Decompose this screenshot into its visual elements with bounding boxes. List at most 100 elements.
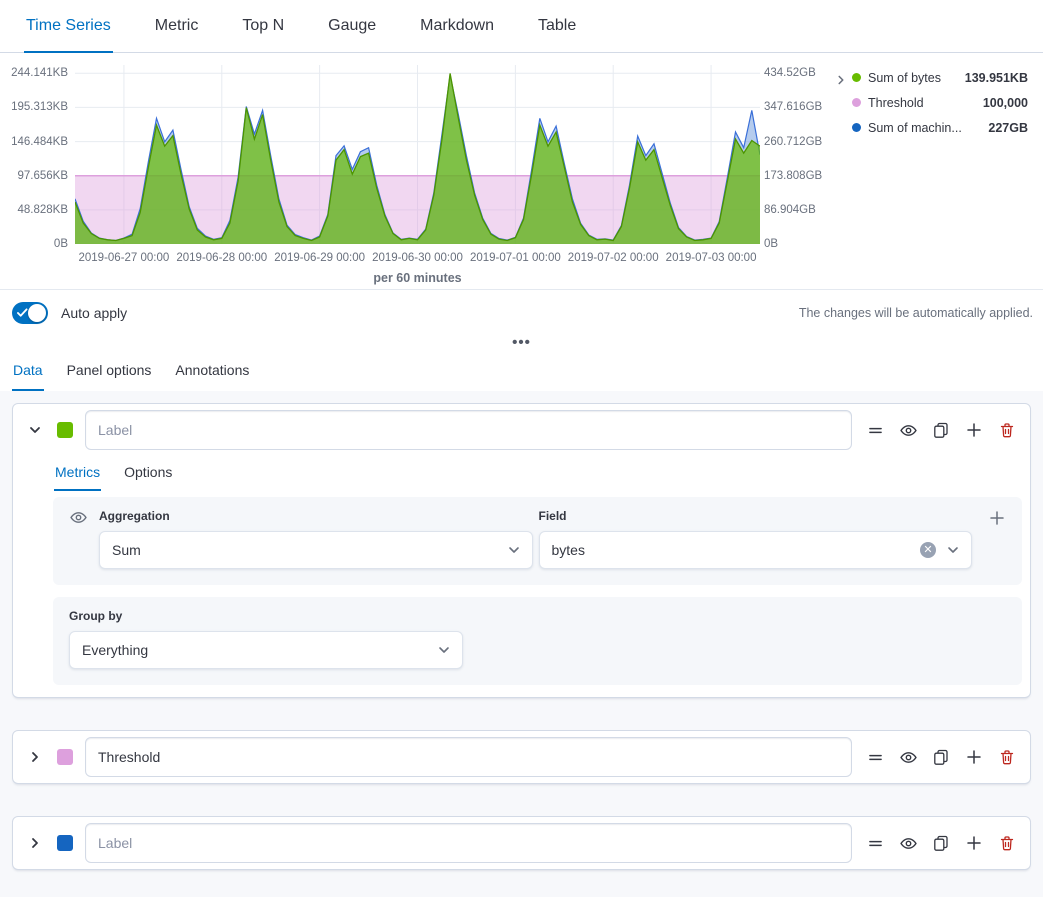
legend-color-dot <box>852 73 861 82</box>
auto-apply-label[interactable]: Auto apply <box>61 305 127 321</box>
series-color-swatch[interactable] <box>57 422 73 438</box>
legend-label: Threshold <box>868 96 924 110</box>
y-axis-label-left: 244.141KB <box>0 66 68 80</box>
series-subtabs: Metrics Options <box>13 456 1030 491</box>
series-header <box>13 731 1030 783</box>
chevron-right-icon <box>834 73 848 87</box>
legend-item[interactable]: Threshold 100,000 <box>852 90 1028 115</box>
series-actions <box>866 421 1018 439</box>
tab-top-n[interactable]: Top N <box>240 0 286 53</box>
auto-apply-hint: The changes will be automatically applie… <box>799 306 1033 320</box>
add-metric-button[interactable] <box>988 509 1006 527</box>
tab-time-series[interactable]: Time Series <box>24 0 113 53</box>
series-color-swatch[interactable] <box>57 749 73 765</box>
copy-icon <box>933 835 949 851</box>
aggregation-field: Aggregation Sum <box>99 509 533 569</box>
aggregation-row: Aggregation Sum Field bytes ✕ <box>53 497 1022 585</box>
clone-series-button[interactable] <box>932 421 950 439</box>
auto-apply-bar: Auto apply The changes will be automatic… <box>0 289 1043 335</box>
trash-icon <box>999 422 1015 438</box>
chart-legend: Sum of bytes139.951KB Threshold 100,000 Sum… <box>852 65 1028 140</box>
tab-metric[interactable]: Metric <box>153 0 201 53</box>
tab-data[interactable]: Data <box>12 351 44 391</box>
series-drag-handle[interactable] <box>866 748 884 766</box>
series-label-input[interactable] <box>85 410 852 450</box>
toggle-series-visibility-button[interactable] <box>899 748 917 766</box>
plus-icon <box>966 835 982 851</box>
legend-item[interactable]: Sum of machin... 227GB <box>852 115 1028 140</box>
group-by-label: Group by <box>69 609 1006 623</box>
chart-area: per 60 minutes Sum of bytes139.951KBThre… <box>0 53 1043 289</box>
y-axis-label-right: 86.904GB <box>764 203 836 217</box>
aggregation-value: Sum <box>112 542 506 558</box>
trash-icon <box>999 749 1015 765</box>
clone-series-button[interactable] <box>932 834 950 852</box>
trash-icon <box>999 835 1015 851</box>
series-expand-button[interactable] <box>25 833 45 853</box>
series-collapse-button[interactable] <box>25 420 45 440</box>
series-color-swatch[interactable] <box>57 835 73 851</box>
toggle-series-visibility-button[interactable] <box>899 834 917 852</box>
y-axis-label-left: 0B <box>0 237 68 251</box>
toggle-knob <box>28 304 46 322</box>
chevron-down-icon <box>436 642 452 658</box>
tab-gauge[interactable]: Gauge <box>326 0 378 53</box>
series-label-input[interactable] <box>85 823 852 863</box>
chevron-down-icon <box>945 542 961 558</box>
clone-series-button[interactable] <box>932 748 950 766</box>
clear-field-icon[interactable]: ✕ <box>920 542 936 558</box>
legend-item[interactable]: Sum of bytes139.951KB <box>852 65 1028 90</box>
y-axis-label-right: 260.712GB <box>764 135 836 149</box>
timeseries-chart[interactable] <box>75 65 760 244</box>
delete-series-button[interactable] <box>998 421 1016 439</box>
tab-metrics[interactable]: Metrics <box>54 456 101 491</box>
chevron-right-icon <box>27 835 43 851</box>
field-label: Field <box>539 509 973 523</box>
y-axis-label-left: 97.656KB <box>0 169 68 183</box>
series-label-input[interactable] <box>85 737 852 777</box>
chevron-right-icon <box>27 749 43 765</box>
legend-label: Sum of bytes <box>868 71 941 85</box>
drag-handle-icon <box>868 750 883 765</box>
add-series-button[interactable] <box>965 834 983 852</box>
tab-panel-options[interactable]: Panel options <box>66 351 153 391</box>
drag-handle-icon <box>868 423 883 438</box>
legend-label: Sum of machin... <box>868 121 962 135</box>
editor-tabs: Data Panel options Annotations <box>0 351 1043 391</box>
copy-icon <box>933 749 949 765</box>
auto-apply-toggle[interactable] <box>12 302 48 324</box>
add-series-button[interactable] <box>965 748 983 766</box>
tab-options[interactable]: Options <box>123 456 173 491</box>
eye-icon <box>70 509 87 526</box>
legend-value: 227GB <box>980 121 1028 135</box>
visualization-type-tabs: Time Series Metric Top N Gauge Markdown … <box>0 0 1043 53</box>
editor-resize-handle[interactable]: ••• <box>0 335 1043 351</box>
toggle-metric-visibility-button[interactable] <box>69 508 87 526</box>
group-by-select[interactable]: Everything <box>69 631 463 669</box>
field-select[interactable]: bytes ✕ <box>539 531 973 569</box>
series-drag-handle[interactable] <box>866 834 884 852</box>
series-card-2 <box>12 730 1031 784</box>
series-drag-handle[interactable] <box>866 421 884 439</box>
y-axis-label-right: 434.52GB <box>764 66 836 80</box>
tab-table[interactable]: Table <box>536 0 578 53</box>
eye-icon <box>900 835 917 852</box>
tab-annotations[interactable]: Annotations <box>174 351 250 391</box>
aggregation-select[interactable]: Sum <box>99 531 533 569</box>
y-axis-label-left: 146.484KB <box>0 135 68 149</box>
tab-markdown[interactable]: Markdown <box>418 0 496 53</box>
group-by-row: Group by Everything <box>53 597 1022 685</box>
y-axis-label-left: 48.828KB <box>0 203 68 217</box>
series-editor: Metrics Options Aggregation Sum Field <box>0 391 1043 897</box>
delete-series-button[interactable] <box>998 834 1016 852</box>
series-card-3 <box>12 816 1031 870</box>
y-axis-label-left: 195.313KB <box>0 100 68 114</box>
field-value: bytes <box>552 542 921 558</box>
series-expand-button[interactable] <box>25 747 45 767</box>
delete-series-button[interactable] <box>998 748 1016 766</box>
legend-value: 100,000 <box>975 96 1028 110</box>
add-series-button[interactable] <box>965 421 983 439</box>
plus-icon <box>989 510 1005 526</box>
chevron-down-icon <box>27 422 43 438</box>
toggle-series-visibility-button[interactable] <box>899 421 917 439</box>
